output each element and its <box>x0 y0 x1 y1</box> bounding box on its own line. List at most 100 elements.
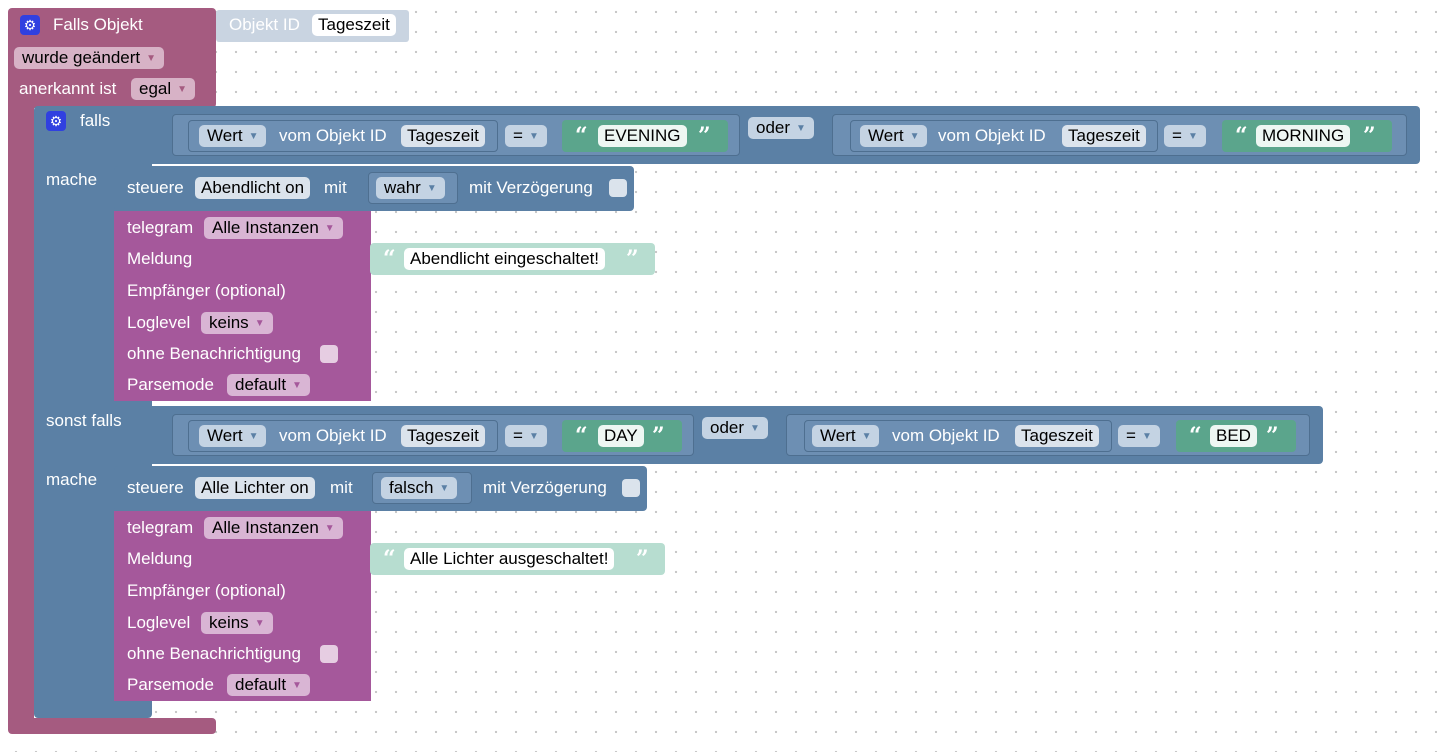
trigger-title: Falls Objekt <box>53 15 143 34</box>
dropdown-arrow-icon: ▼ <box>292 379 302 391</box>
message-text[interactable]: Alle Lichter ausgeschaltet! <box>404 548 615 570</box>
dropdown-arrow-icon: ▼ <box>861 430 872 442</box>
bool-dropdown[interactable]: wahr ▼ <box>376 177 445 199</box>
ohne-checkbox[interactable] <box>320 345 338 363</box>
delay-label: mit Verzögerung <box>469 178 593 197</box>
changed-dropdown[interactable]: wurde geändert ▼ <box>14 47 165 69</box>
dropdown-arrow-icon: ▼ <box>750 422 760 434</box>
text-value[interactable]: MORNING <box>1256 125 1351 147</box>
object-field[interactable]: Tageszeit <box>1062 125 1146 147</box>
instances-dropdown[interactable]: Alle Instanzen ▼ <box>204 517 343 539</box>
wert-dropdown[interactable]: Wert ▼ <box>199 125 267 147</box>
parsemode-dropdown[interactable]: default ▼ <box>227 374 310 396</box>
mache-label-2: mache <box>46 470 98 489</box>
dropdown-arrow-icon: ▼ <box>146 52 157 64</box>
dropdown-arrow-icon: ▼ <box>796 122 806 134</box>
telegram-label: telegram <box>127 218 194 237</box>
dropdown-arrow-icon: ▼ <box>324 222 335 234</box>
bool-dropdown[interactable]: falsch ▼ <box>381 477 458 499</box>
delay-checkbox[interactable] <box>622 479 640 497</box>
dropdown-arrow-icon: ▼ <box>324 522 335 534</box>
operator-dropdown[interactable]: = ▼ <box>505 125 547 147</box>
gear-icon[interactable]: ⚙ <box>20 15 40 35</box>
trigger-block-bottom <box>8 718 216 734</box>
vom-objekt-label: vom Objekt ID <box>279 426 387 445</box>
meldung-label: Meldung <box>127 249 193 268</box>
dropdown-arrow-icon: ▼ <box>1187 130 1198 142</box>
ohne-label: ohne Benachrichtigung <box>127 644 301 663</box>
object-id-value[interactable]: Tageszeit <box>312 14 396 36</box>
dropdown-arrow-icon: ▼ <box>254 317 265 329</box>
object-id-label: Objekt ID <box>229 15 300 34</box>
dropdown-arrow-icon: ▼ <box>254 617 265 629</box>
quote-open-icon: “ <box>383 546 396 572</box>
gear-icon[interactable]: ⚙ <box>46 111 66 131</box>
parsemode-label: Parsemode <box>127 675 214 694</box>
or-dropdown[interactable]: oder ▼ <box>702 417 768 439</box>
quote-close-icon: ” <box>1266 423 1279 449</box>
dropdown-arrow-icon: ▼ <box>528 130 539 142</box>
wert-dropdown[interactable]: Wert ▼ <box>860 125 928 147</box>
loglevel-dropdown[interactable]: keins ▼ <box>201 612 273 634</box>
object-field[interactable]: Tageszeit <box>401 425 485 447</box>
steuere-label: steuere <box>127 178 184 197</box>
vom-objekt-label: vom Objekt ID <box>279 126 387 145</box>
delay-checkbox[interactable] <box>609 179 627 197</box>
wert-dropdown[interactable]: Wert ▼ <box>812 425 880 447</box>
instances-dropdown[interactable]: Alle Instanzen ▼ <box>204 217 343 239</box>
mache-label-1: mache <box>46 170 98 189</box>
telegram-block-1[interactable] <box>114 211 371 401</box>
telegram-block-2[interactable] <box>114 511 371 701</box>
ohne-checkbox[interactable] <box>320 645 338 663</box>
loglevel-label: Loglevel <box>127 613 191 632</box>
dropdown-arrow-icon: ▼ <box>909 130 920 142</box>
ack-dropdown[interactable]: egal ▼ <box>131 78 196 100</box>
quote-close-icon: ” <box>652 423 665 449</box>
object-field[interactable]: Tageszeit <box>1015 425 1099 447</box>
operator-dropdown[interactable]: = ▼ <box>1164 125 1206 147</box>
loglevel-label: Loglevel <box>127 313 191 332</box>
dropdown-arrow-icon: ▼ <box>248 430 259 442</box>
quote-open-icon: “ <box>575 423 588 449</box>
operator-dropdown[interactable]: = ▼ <box>1118 425 1160 447</box>
text-value[interactable]: BED <box>1210 425 1257 447</box>
dropdown-arrow-icon: ▼ <box>1141 430 1152 442</box>
dropdown-arrow-icon: ▼ <box>292 679 302 691</box>
quote-close-icon: ” <box>626 246 639 272</box>
quote-open-icon: “ <box>1189 423 1202 449</box>
parsemode-dropdown[interactable]: default ▼ <box>227 674 310 696</box>
text-value[interactable]: DAY <box>598 425 644 447</box>
telegram-label: telegram <box>127 518 194 537</box>
ack-label: anerkannt ist <box>19 79 117 98</box>
parsemode-label: Parsemode <box>127 375 214 394</box>
dropdown-arrow-icon: ▼ <box>248 130 259 142</box>
operator-dropdown[interactable]: = ▼ <box>505 425 547 447</box>
dropdown-arrow-icon: ▼ <box>439 482 450 494</box>
object-field[interactable]: Tageszeit <box>401 125 485 147</box>
dropdown-arrow-icon: ▼ <box>177 83 188 95</box>
quote-open-icon: “ <box>1235 123 1248 149</box>
steuere-label: steuere <box>127 478 184 497</box>
or-dropdown[interactable]: oder ▼ <box>748 117 814 139</box>
loglevel-dropdown[interactable]: keins ▼ <box>201 312 273 334</box>
quote-open-icon: “ <box>383 246 396 272</box>
target-field[interactable]: Abendlicht on <box>195 177 311 199</box>
vom-objekt-label: vom Objekt ID <box>938 126 1046 145</box>
mit-label: mit <box>324 178 347 197</box>
trigger-block-left-bar <box>8 100 34 730</box>
falls-label: falls <box>80 111 111 130</box>
vom-objekt-label: vom Objekt ID <box>892 426 1000 445</box>
sonst-falls-label: sonst falls <box>46 411 122 430</box>
empfaenger-label: Empfänger (optional) <box>127 581 286 600</box>
empfaenger-label: Empfänger (optional) <box>127 281 286 300</box>
quote-close-icon: ” <box>698 123 711 149</box>
delay-label: mit Verzögerung <box>483 478 607 497</box>
mit-label: mit <box>330 478 353 497</box>
target-field[interactable]: Alle Lichter on <box>195 477 315 499</box>
text-value[interactable]: EVENING <box>598 125 687 147</box>
ohne-label: ohne Benachrichtigung <box>127 344 301 363</box>
message-text[interactable]: Abendlicht eingeschaltet! <box>404 248 606 270</box>
dropdown-arrow-icon: ▼ <box>528 430 539 442</box>
quote-close-icon: ” <box>1363 123 1376 149</box>
wert-dropdown[interactable]: Wert ▼ <box>199 425 267 447</box>
